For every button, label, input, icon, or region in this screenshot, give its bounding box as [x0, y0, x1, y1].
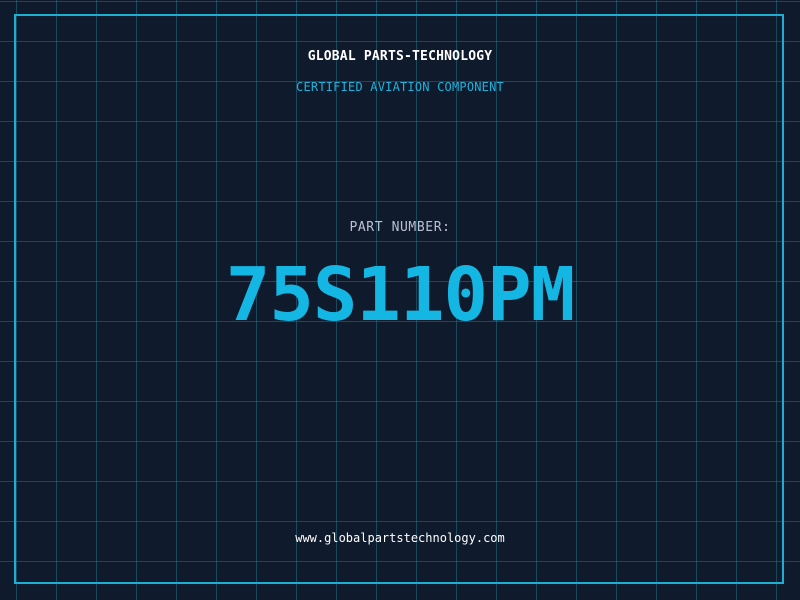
website-url: www.globalpartstechnology.com — [295, 531, 505, 545]
part-label-card: GLOBAL PARTS-TECHNOLOGY CERTIFIED AVIATI… — [0, 0, 800, 600]
part-number-label: PART NUMBER: — [349, 220, 451, 235]
company-name: GLOBAL PARTS-TECHNOLOGY — [307, 49, 493, 64]
certification-subtitle: CERTIFIED AVIATION COMPONENT — [296, 80, 504, 94]
part-number-value: 75S110PM — [225, 252, 575, 338]
